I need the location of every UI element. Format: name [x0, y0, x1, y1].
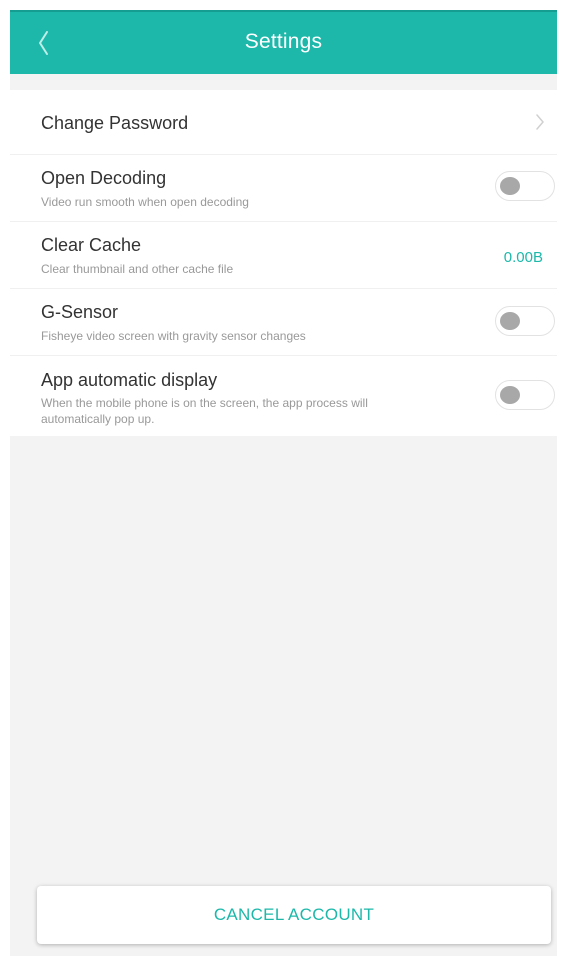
- clear-cache-label: Clear Cache: [41, 235, 142, 255]
- clear-cache-description: Clear thumbnail and other cache file: [41, 262, 234, 276]
- open-decoding-label: Open Decoding: [41, 168, 167, 188]
- g-sensor-label: G-Sensor: [41, 302, 119, 322]
- app-automatic-display-description: When the mobile phone is on the screen, …: [41, 396, 368, 426]
- toggle-knob: [500, 177, 520, 195]
- g-sensor-toggle[interactable]: [495, 306, 555, 336]
- cancel-account-button[interactable]: CANCEL ACCOUNT: [37, 886, 551, 944]
- cache-size-value: 0.00B: [503, 249, 543, 266]
- settings-list: Change Password Open Decoding Video run …: [10, 90, 557, 436]
- g-sensor-description: Fisheye video screen with gravity sensor…: [41, 329, 306, 343]
- chevron-right-icon: [536, 114, 544, 130]
- app-automatic-display-toggle[interactable]: [495, 380, 555, 410]
- toggle-knob: [500, 386, 520, 404]
- top-app-bar: Settings: [10, 10, 557, 74]
- open-decoding-toggle[interactable]: [495, 171, 555, 201]
- app-automatic-display-label: App automatic display: [41, 370, 218, 390]
- open-decoding-row: Open Decoding Video run smooth when open…: [10, 155, 557, 222]
- app-automatic-display-row: App automatic display When the mobile ph…: [10, 356, 557, 436]
- page-title: Settings: [244, 30, 323, 53]
- clear-cache-row[interactable]: Clear Cache Clear thumbnail and other ca…: [10, 222, 557, 289]
- change-password-label: Change Password: [41, 113, 189, 133]
- change-password-row[interactable]: Change Password: [10, 90, 557, 155]
- open-decoding-description: Video run smooth when open decoding: [41, 195, 249, 209]
- settings-screen: Settings Change Password Open Decoding V…: [10, 10, 557, 956]
- g-sensor-row: G-Sensor Fisheye video screen with gravi…: [10, 289, 557, 356]
- toggle-knob: [500, 312, 520, 330]
